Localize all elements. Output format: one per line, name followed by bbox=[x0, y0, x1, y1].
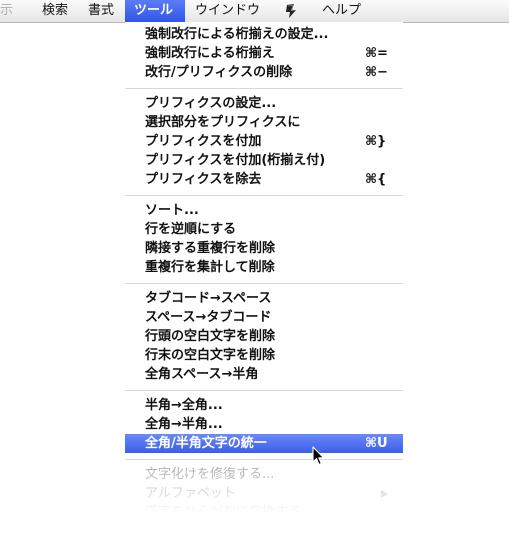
menu-item-shortcut: ⌘} bbox=[365, 134, 387, 149]
menu-item-fullwidth-to-halfwidth[interactable]: 全角→半角... bbox=[125, 415, 403, 434]
menu-item-tabs-to-spaces[interactable]: タブコード→スペース bbox=[125, 289, 403, 308]
menu-item-label: 強制改行による桁揃えの設定... bbox=[145, 27, 329, 42]
menu-item-label: アルファベット bbox=[145, 486, 236, 501]
menubar-item-label: ヘルプ bbox=[322, 3, 362, 18]
menu-item-shortcut: ⌘{ bbox=[365, 172, 387, 187]
menu-item-label: 全角スペース→半角 bbox=[145, 367, 259, 382]
menubar-item-label: ウインドウ bbox=[195, 3, 261, 18]
menu-item-label: 全角→半角... bbox=[145, 417, 223, 432]
menu-item-prefix-settings[interactable]: プリフィクスの設定... bbox=[125, 94, 403, 113]
menu-item-sort[interactable]: ソート... bbox=[125, 201, 403, 220]
menu-item-alphabet[interactable]: アルファベット bbox=[125, 484, 403, 503]
menu-item-trim-leading-whitespace[interactable]: 行頭の空白文字を削除 bbox=[125, 327, 403, 346]
menu-item-label: 全角/半角文字の統一 bbox=[145, 436, 267, 451]
menu-item-selection-to-prefix[interactable]: 選択部分をプリフィクスに bbox=[125, 113, 403, 132]
menubar-item-label: 検索 bbox=[42, 3, 69, 18]
menu-item-label: 隣接する重複行を削除 bbox=[145, 241, 276, 256]
menu-separator bbox=[125, 88, 403, 89]
menu-item-label: 改行/プリフィクスの削除 bbox=[145, 65, 293, 80]
menu-item-label: 行を逆順にする bbox=[145, 222, 237, 237]
menubar-item-label: ツール bbox=[134, 3, 174, 18]
menu-item-label: プリフィクスを除去 bbox=[145, 172, 262, 187]
menu-item-repair-garbled-text[interactable]: 文字化けを修復する... bbox=[125, 465, 403, 484]
menu-item-halfwidth-to-fullwidth[interactable]: 半角→全角... bbox=[125, 396, 403, 415]
tools-menu-dropdown: 強制改行による桁揃えの設定... 強制改行による桁揃え ⌘= 改行/プリフィクス… bbox=[125, 22, 403, 514]
menu-item-wrap-settings[interactable]: 強制改行による桁揃えの設定... bbox=[125, 25, 403, 44]
menu-item-reverse-lines[interactable]: 行を逆順にする bbox=[125, 220, 403, 239]
menu-bar: 表示 検索 書式 ツール ウインドウ ヘルプ bbox=[0, 0, 509, 23]
submenu-arrow-icon bbox=[381, 490, 388, 498]
menu-item-kanji-to-hiragana[interactable]: 漢字をひらがなに変換する bbox=[125, 503, 403, 514]
script-icon[interactable] bbox=[283, 3, 299, 19]
menu-item-label: 強制改行による桁揃え bbox=[145, 46, 275, 61]
menubar-item-window[interactable]: ウインドウ bbox=[186, 0, 269, 22]
menubar-item-label: 表示 bbox=[0, 3, 14, 18]
mouse-cursor-icon bbox=[312, 446, 325, 466]
menu-item-add-prefix[interactable]: プリフィクスを付加 ⌘} bbox=[125, 132, 403, 151]
menu-item-spaces-to-tabs[interactable]: スペース→タブコード bbox=[125, 308, 403, 327]
menu-item-unify-character-width[interactable]: 全角/半角文字の統一 ⌘U bbox=[125, 434, 403, 453]
menu-item-label: プリフィクスを付加 bbox=[145, 134, 262, 149]
menu-item-label: 選択部分をプリフィクスに bbox=[145, 115, 301, 130]
menu-item-label: 重複行を集計して削除 bbox=[145, 260, 275, 275]
menubar-item-search[interactable]: 検索 bbox=[33, 0, 77, 22]
menu-item-add-prefix-aligned[interactable]: プリフィクスを付加(桁揃え付) bbox=[125, 151, 403, 170]
menu-item-label: 行頭の空白文字を削除 bbox=[145, 329, 276, 344]
menu-separator bbox=[125, 283, 403, 284]
menu-item-label: 漢字をひらがなに変換する bbox=[145, 505, 302, 514]
menu-separator bbox=[125, 390, 403, 391]
menu-item-trim-trailing-whitespace[interactable]: 行末の空白文字を削除 bbox=[125, 346, 403, 365]
menu-separator bbox=[125, 459, 403, 460]
menubar-item-help[interactable]: ヘルプ bbox=[313, 0, 370, 22]
menubar-item-view[interactable]: 表示 bbox=[0, 0, 22, 22]
menu-item-remove-prefix[interactable]: プリフィクスを除去 ⌘{ bbox=[125, 170, 403, 189]
menu-item-label: プリフィクスの設定... bbox=[145, 96, 277, 111]
menu-item-shortcut: ⌘= bbox=[365, 46, 388, 61]
menubar-item-label: 書式 bbox=[88, 3, 115, 18]
menubar-item-format[interactable]: 書式 bbox=[79, 0, 123, 22]
menu-item-label: スペース→タブコード bbox=[145, 310, 272, 325]
menu-item-label: プリフィクスを付加(桁揃え付) bbox=[145, 153, 326, 168]
menu-item-fullwidth-space-to-halfwidth[interactable]: 全角スペース→半角 bbox=[125, 365, 403, 384]
menu-item-label: 半角→全角... bbox=[145, 398, 223, 413]
screen: 表示 検索 書式 ツール ウインドウ ヘルプ 強制改行による桁揃えの設定... … bbox=[0, 0, 509, 540]
menu-item-count-remove-duplicates[interactable]: 重複行を集計して削除 bbox=[125, 258, 403, 277]
menubar-item-tools[interactable]: ツール bbox=[125, 0, 185, 22]
menu-item-remove-linebreaks-prefix[interactable]: 改行/プリフィクスの削除 ⌘− bbox=[125, 63, 403, 82]
menu-separator bbox=[125, 195, 403, 196]
menu-item-label: ソート... bbox=[145, 203, 199, 218]
menu-item-label: 行末の空白文字を削除 bbox=[145, 348, 276, 363]
menu-item-remove-adjacent-duplicates[interactable]: 隣接する重複行を削除 bbox=[125, 239, 403, 258]
menu-item-shortcut: ⌘U bbox=[365, 436, 388, 451]
menu-item-label: 文字化けを修復する... bbox=[145, 467, 275, 482]
menu-item-label: タブコード→スペース bbox=[145, 291, 272, 306]
menu-item-hard-wrap[interactable]: 強制改行による桁揃え ⌘= bbox=[125, 44, 403, 63]
menu-item-shortcut: ⌘− bbox=[365, 65, 388, 80]
